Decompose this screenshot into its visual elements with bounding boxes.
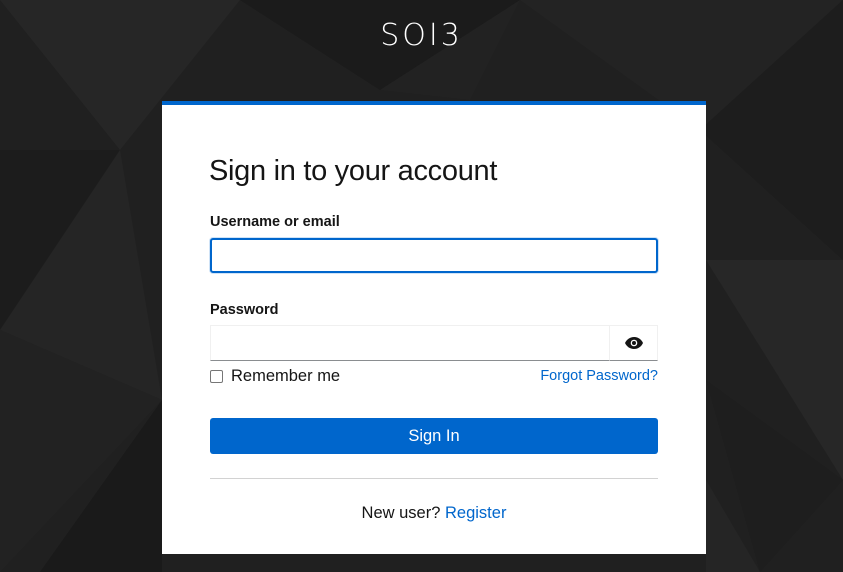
username-label: Username or email	[210, 214, 340, 230]
forgot-password-link[interactable]: Forgot Password?	[540, 368, 658, 384]
new-user-text: New user?	[361, 504, 441, 522]
brand-logo: SOI3	[380, 18, 463, 53]
register-link[interactable]: Register	[445, 504, 506, 522]
register-prompt: New user? Register	[162, 504, 706, 523]
password-input[interactable]	[210, 325, 609, 361]
remember-me-checkbox[interactable]	[210, 370, 223, 383]
remember-me: Remember me	[210, 367, 340, 386]
username-input[interactable]	[210, 238, 658, 273]
divider	[210, 478, 658, 479]
remember-me-label: Remember me	[231, 367, 341, 385]
login-card: Sign in to your account Username or emai…	[162, 101, 706, 554]
password-label: Password	[210, 302, 279, 318]
eye-icon	[624, 337, 643, 349]
password-group	[210, 325, 658, 361]
show-password-button[interactable]	[609, 325, 658, 361]
page-title: Sign in to your account	[209, 155, 498, 187]
sign-in-button[interactable]: Sign In	[210, 418, 658, 454]
